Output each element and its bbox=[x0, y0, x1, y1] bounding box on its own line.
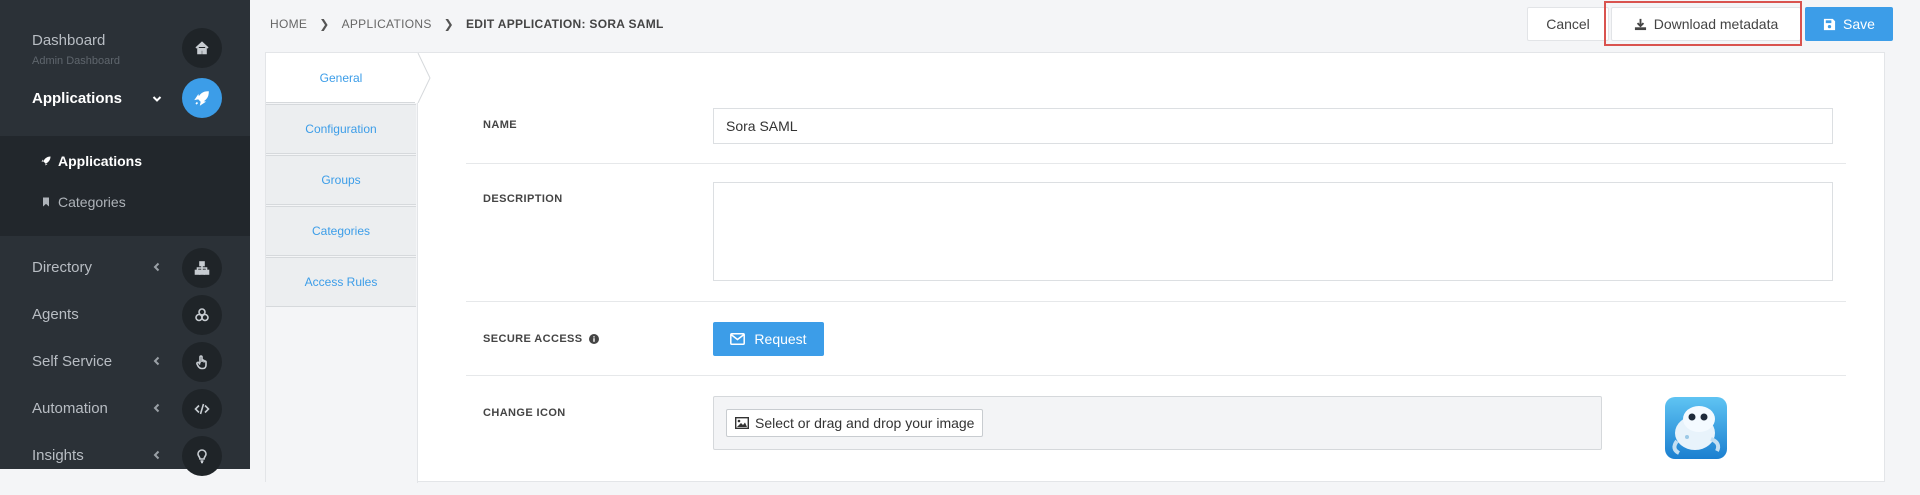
cancel-button-label: Cancel bbox=[1546, 16, 1590, 32]
tab-categories[interactable]: Categories bbox=[266, 206, 416, 256]
tab-general[interactable]: General bbox=[266, 53, 416, 103]
sidebar-item-sublabel: Admin Dashboard bbox=[32, 55, 121, 67]
info-circle-icon[interactable] bbox=[588, 334, 599, 344]
save-button[interactable]: Save bbox=[1805, 7, 1893, 41]
submenu-item-categories[interactable]: Categories bbox=[40, 194, 126, 210]
envelope-icon bbox=[730, 333, 746, 345]
submenu-item-label: Categories bbox=[58, 194, 126, 210]
breadcrumb-applications[interactable]: APPLICATIONS bbox=[342, 17, 432, 31]
tab-list: General Configuration Groups Categories … bbox=[266, 53, 431, 483]
change-icon-label: CHANGE ICON bbox=[483, 407, 566, 419]
tab-groups[interactable]: Groups bbox=[266, 155, 416, 205]
tab-label: Configuration bbox=[305, 122, 377, 136]
image-dropzone[interactable]: Select or drag and drop your image bbox=[713, 396, 1602, 450]
chevron-left-icon bbox=[152, 401, 162, 416]
application-icon-preview bbox=[1665, 397, 1727, 459]
secure-access-label: SECURE ACCESS bbox=[483, 333, 599, 345]
rocket-icon bbox=[182, 78, 222, 118]
sidebar-item-agents[interactable]: Agents bbox=[0, 293, 250, 337]
request-button[interactable]: Request bbox=[713, 322, 824, 356]
tab-label: Groups bbox=[321, 173, 361, 187]
lightbulb-icon bbox=[182, 436, 222, 476]
secure-access-label-text: SECURE ACCESS bbox=[483, 333, 583, 345]
sidebar-item-insights[interactable]: Insights bbox=[0, 434, 250, 478]
sidebar-item-automation[interactable]: Automation bbox=[0, 387, 250, 431]
code-icon bbox=[182, 389, 222, 429]
sitemap-icon bbox=[182, 248, 222, 288]
image-icon bbox=[735, 417, 749, 429]
tab-access-rules[interactable]: Access Rules bbox=[266, 257, 416, 307]
description-label: DESCRIPTION bbox=[483, 193, 563, 205]
sidebar-item-label: Automation bbox=[32, 400, 108, 417]
submenu-item-applications[interactable]: Applications bbox=[40, 153, 142, 169]
sidebar-item-label: Self Service bbox=[32, 353, 113, 370]
sidebar-item-label: Applications bbox=[32, 90, 123, 107]
breadcrumb-current: EDIT APPLICATION: SORA SAML bbox=[466, 17, 664, 31]
name-input[interactable] bbox=[713, 108, 1833, 144]
sidebar: Dashboard Admin Dashboard Applications A… bbox=[0, 0, 250, 476]
tab-label: Categories bbox=[311, 224, 371, 238]
chevron-left-icon bbox=[152, 448, 162, 463]
active-tab-arrow bbox=[415, 53, 431, 103]
applications-submenu: Applications Categories bbox=[0, 136, 250, 236]
tab-label: Access Rules bbox=[304, 275, 378, 289]
floppy-disk-icon bbox=[1823, 18, 1836, 30]
home-icon bbox=[182, 28, 222, 68]
chevron-left-icon bbox=[152, 260, 162, 275]
tab-configuration[interactable]: Configuration bbox=[266, 104, 416, 154]
name-label: NAME bbox=[483, 119, 517, 131]
edit-application-panel: General Configuration Groups Categories … bbox=[265, 52, 1885, 483]
breadcrumb: HOME ❯ APPLICATIONS ❯ EDIT APPLICATION: … bbox=[270, 17, 664, 31]
bookmark-icon bbox=[43, 197, 49, 207]
submenu-item-label: Applications bbox=[58, 153, 143, 169]
hand-pointer-icon bbox=[182, 342, 222, 382]
sidebar-item-directory[interactable]: Directory bbox=[0, 246, 250, 290]
sidebar-item-label: Dashboard bbox=[32, 32, 106, 49]
chevron-right-icon: ❯ bbox=[443, 17, 454, 31]
select-image-button[interactable]: Select or drag and drop your image bbox=[726, 409, 984, 437]
chevron-left-icon bbox=[152, 354, 162, 369]
tab-label: General bbox=[319, 70, 363, 85]
description-input[interactable] bbox=[713, 182, 1833, 281]
sidebar-item-label: Insights bbox=[32, 447, 84, 464]
page-scrollbar-track bbox=[1896, 0, 1920, 469]
rocket-icon bbox=[41, 156, 51, 166]
breadcrumb-home[interactable]: HOME bbox=[270, 17, 307, 31]
sidebar-item-self-service[interactable]: Self Service bbox=[0, 340, 250, 384]
secure-access-row: SECURE ACCESS bbox=[466, 301, 1846, 376]
save-button-label: Save bbox=[1843, 16, 1875, 32]
highlight-box bbox=[1604, 1, 1802, 46]
sidebar-item-label: Directory bbox=[32, 259, 93, 276]
cogs-icon bbox=[182, 295, 222, 335]
chevron-down-icon bbox=[152, 92, 162, 107]
sidebar-item-label: Agents bbox=[32, 306, 79, 323]
sidebar-item-applications[interactable]: Applications bbox=[0, 78, 250, 136]
cancel-button[interactable]: Cancel bbox=[1527, 7, 1609, 41]
select-image-label: Select or drag and drop your image bbox=[755, 415, 975, 431]
chevron-right-icon: ❯ bbox=[319, 17, 330, 31]
request-button-label: Request bbox=[754, 331, 807, 347]
